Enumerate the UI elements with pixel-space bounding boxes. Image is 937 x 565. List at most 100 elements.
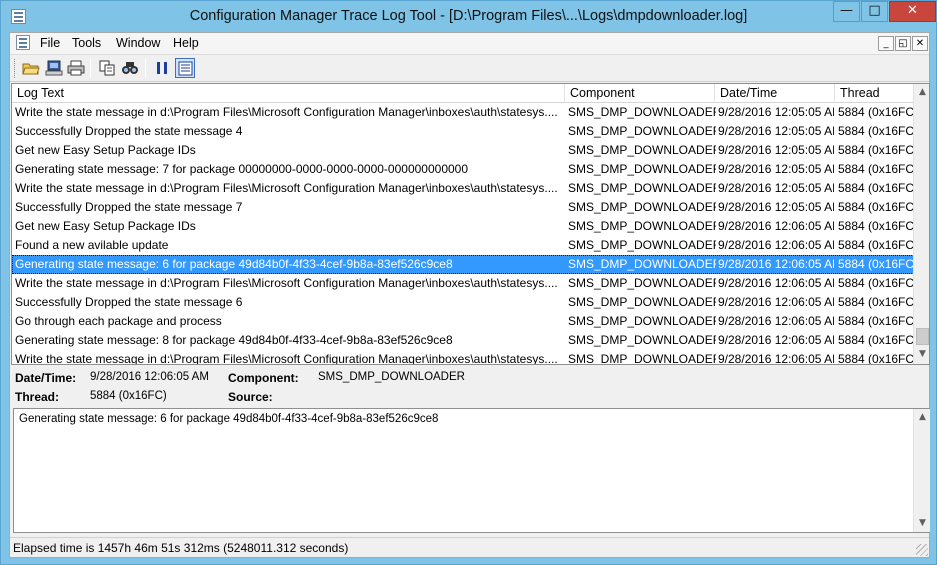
thread-cell: 5884 (0x16FC) bbox=[838, 143, 914, 157]
child-close-button[interactable]: ✕ bbox=[912, 36, 928, 51]
thread-cell: 5884 (0x16FC) bbox=[838, 352, 914, 365]
title-bar[interactable]: Configuration Manager Trace Log Tool - [… bbox=[1, 1, 936, 32]
log-text-cell: Get new Easy Setup Package IDs bbox=[15, 219, 196, 233]
message-text: Generating state message: 6 for package … bbox=[19, 413, 439, 425]
print-setup-icon[interactable] bbox=[44, 58, 64, 78]
thread-label: Thread: bbox=[15, 390, 60, 404]
pause-icon[interactable] bbox=[152, 58, 172, 78]
column-header-component[interactable]: Component bbox=[565, 84, 715, 103]
thread-cell: 5884 (0x16FC) bbox=[838, 124, 914, 138]
minimize-button[interactable]: — bbox=[833, 1, 860, 22]
datetime-label: Date/Time: bbox=[15, 371, 77, 385]
log-text-cell: Generating state message: 7 for package … bbox=[15, 162, 469, 176]
log-list-header: Log Text Component Date/Time Thread bbox=[12, 84, 914, 103]
thread-cell: 5884 (0x16FC) bbox=[838, 105, 914, 119]
menu-file[interactable]: File bbox=[40, 36, 60, 50]
log-text-cell: Successfully Dropped the state message 6 bbox=[15, 295, 243, 309]
scroll-up-icon[interactable]: ▲ bbox=[914, 409, 931, 426]
log-list[interactable]: Log Text Component Date/Time Thread Writ… bbox=[11, 83, 930, 365]
log-row[interactable]: Found a new avilable update SMS_DMP_DOWNL… bbox=[12, 236, 914, 255]
datetime-cell: 9/28/2016 12:06:05 AM bbox=[718, 295, 834, 309]
log-text-cell: Successfully Dropped the state message 4 bbox=[15, 124, 243, 138]
datetime-cell: 9/28/2016 12:06:05 AM bbox=[718, 276, 834, 290]
find-icon[interactable] bbox=[120, 58, 140, 78]
component-cell: SMS_DMP_DOWNLOADER bbox=[568, 143, 716, 157]
datetime-cell: 9/28/2016 12:05:05 AM bbox=[718, 143, 834, 157]
thread-cell: 5884 (0x16FC) bbox=[838, 238, 914, 252]
thread-value: 5884 (0x16FC) bbox=[90, 390, 167, 402]
log-entry-details: Date/Time: 9/28/2016 12:06:05 AM Compone… bbox=[10, 366, 929, 408]
status-bar: Elapsed time is 1457h 46m 51s 312ms (524… bbox=[10, 537, 929, 557]
log-row[interactable]: Successfully Dropped the state message 4… bbox=[12, 122, 914, 141]
component-cell: SMS_DMP_DOWNLOADER bbox=[568, 105, 716, 119]
thread-cell: 5884 (0x16FC) bbox=[838, 200, 914, 214]
log-row[interactable]: Go through each package and process SMS_D… bbox=[12, 312, 914, 331]
close-button[interactable]: ✕ bbox=[889, 1, 936, 22]
print-icon[interactable] bbox=[66, 58, 86, 78]
column-header-thread[interactable]: Thread bbox=[835, 84, 914, 103]
log-row[interactable]: Generating state message: 6 for package … bbox=[12, 255, 914, 274]
scroll-down-icon[interactable]: ▼ bbox=[914, 346, 929, 363]
maximize-button[interactable]: □ bbox=[861, 1, 888, 22]
log-row[interactable]: Successfully Dropped the state message 6… bbox=[12, 293, 914, 312]
thread-cell: 5884 (0x16FC) bbox=[838, 295, 914, 309]
log-text-cell: Generating state message: 8 for package … bbox=[15, 333, 453, 347]
component-value: SMS_DMP_DOWNLOADER bbox=[318, 371, 465, 383]
scroll-down-icon[interactable]: ▼ bbox=[914, 515, 931, 532]
log-text-cell: Found a new avilable update bbox=[15, 238, 169, 252]
datetime-cell: 9/28/2016 12:05:05 AM bbox=[718, 162, 834, 176]
elapsed-time-status: Elapsed time is 1457h 46m 51s 312ms (524… bbox=[13, 541, 349, 555]
log-row[interactable]: Write the state message in d:\Program Fi… bbox=[12, 179, 914, 198]
child-restore-button[interactable]: ◱ bbox=[895, 36, 911, 51]
component-cell: SMS_DMP_DOWNLOADER bbox=[568, 276, 716, 290]
log-row[interactable]: Write the state message in d:\Program Fi… bbox=[12, 350, 914, 365]
log-row[interactable]: Get new Easy Setup Package IDs SMS_DMP_DO… bbox=[12, 141, 914, 160]
thread-cell: 5884 (0x16FC) bbox=[838, 257, 914, 271]
thread-cell: 5884 (0x16FC) bbox=[838, 219, 914, 233]
component-cell: SMS_DMP_DOWNLOADER bbox=[568, 238, 716, 252]
scroll-up-icon[interactable]: ▲ bbox=[914, 84, 929, 101]
datetime-cell: 9/28/2016 12:06:05 AM bbox=[718, 333, 834, 347]
menu-help[interactable]: Help bbox=[173, 36, 199, 50]
log-text-cell: Go through each package and process bbox=[15, 314, 222, 328]
open-folder-icon[interactable] bbox=[21, 58, 41, 78]
component-cell: SMS_DMP_DOWNLOADER bbox=[568, 352, 716, 365]
datetime-cell: 9/28/2016 12:06:05 AM bbox=[718, 314, 834, 328]
log-text-cell: Write the state message in d:\Program Fi… bbox=[15, 105, 558, 119]
column-header-log-text[interactable]: Log Text bbox=[12, 84, 565, 103]
child-minimize-button[interactable]: _ bbox=[878, 36, 894, 51]
window-title: Configuration Manager Trace Log Tool - [… bbox=[189, 8, 748, 24]
toolbar-grip[interactable] bbox=[14, 59, 17, 78]
log-text-cell: Generating state message: 6 for package … bbox=[15, 257, 453, 271]
source-label: Source: bbox=[228, 390, 273, 404]
log-row[interactable]: Successfully Dropped the state message 7… bbox=[12, 198, 914, 217]
component-cell: SMS_DMP_DOWNLOADER bbox=[568, 124, 716, 138]
message-textbox[interactable]: Generating state message: 6 for package … bbox=[13, 408, 930, 533]
log-list-scrollbar[interactable]: ▲ ▼ bbox=[913, 84, 929, 364]
document-icon[interactable] bbox=[16, 35, 30, 50]
menu-tools[interactable]: Tools bbox=[72, 36, 101, 50]
size-grip[interactable] bbox=[916, 544, 928, 556]
copy-icon[interactable] bbox=[97, 58, 117, 78]
datetime-value: 9/28/2016 12:06:05 AM bbox=[90, 371, 209, 383]
datetime-cell: 9/28/2016 12:05:05 AM bbox=[718, 200, 834, 214]
component-cell: SMS_DMP_DOWNLOADER bbox=[568, 162, 716, 176]
datetime-cell: 9/28/2016 12:05:05 AM bbox=[718, 105, 834, 119]
scroll-thumb[interactable] bbox=[916, 328, 929, 345]
log-row[interactable]: Generating state message: 7 for package … bbox=[12, 160, 914, 179]
datetime-cell: 9/28/2016 12:06:05 AM bbox=[718, 257, 834, 271]
toolbar-separator bbox=[90, 59, 91, 78]
column-header-datetime[interactable]: Date/Time bbox=[715, 84, 835, 103]
log-text-cell: Write the state message in d:\Program Fi… bbox=[15, 276, 558, 290]
datetime-cell: 9/28/2016 12:05:05 AM bbox=[718, 181, 834, 195]
message-scrollbar[interactable]: ▲ ▼ bbox=[913, 409, 930, 532]
log-row[interactable]: Write the state message in d:\Program Fi… bbox=[12, 103, 914, 122]
log-text-cell: Write the state message in d:\Program Fi… bbox=[15, 352, 558, 365]
error-lookup-icon[interactable] bbox=[175, 58, 195, 78]
log-row[interactable]: Get new Easy Setup Package IDs SMS_DMP_DO… bbox=[12, 217, 914, 236]
menu-window[interactable]: Window bbox=[116, 36, 160, 50]
log-row[interactable]: Generating state message: 8 for package … bbox=[12, 331, 914, 350]
component-cell: SMS_DMP_DOWNLOADER bbox=[568, 200, 716, 214]
log-text-cell: Write the state message in d:\Program Fi… bbox=[15, 181, 558, 195]
log-row[interactable]: Write the state message in d:\Program Fi… bbox=[12, 274, 914, 293]
